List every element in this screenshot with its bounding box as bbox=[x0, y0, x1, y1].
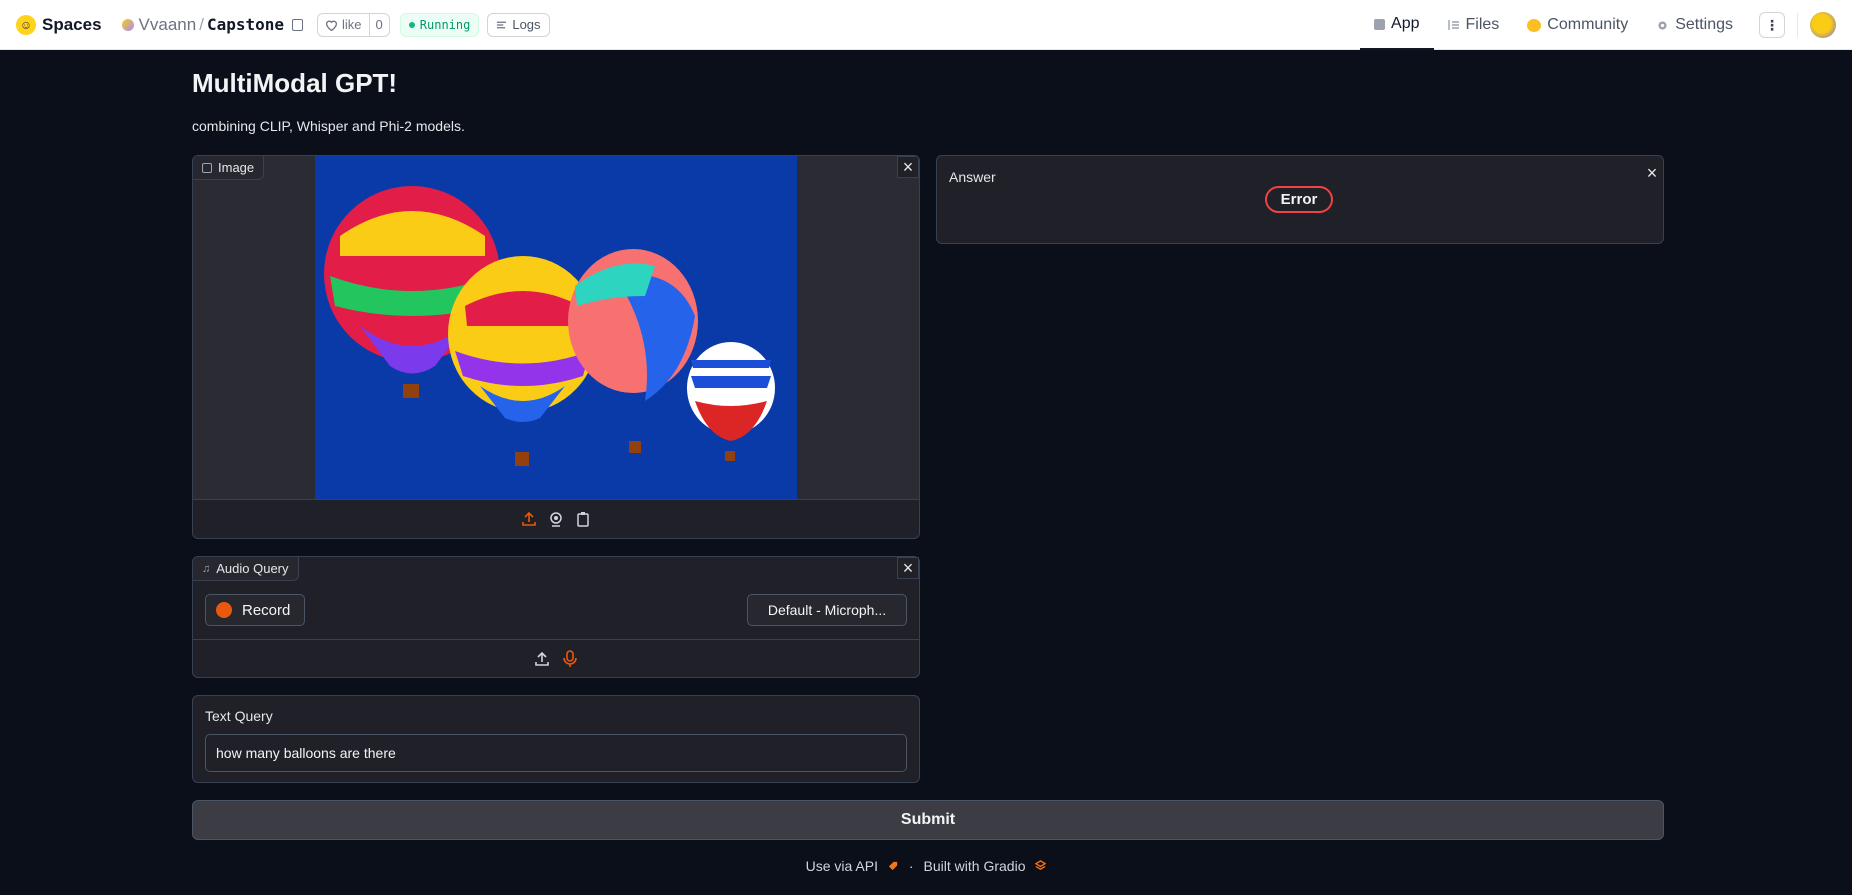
footer: Use via API · Built with Gradio bbox=[0, 858, 1852, 874]
upload-icon[interactable] bbox=[521, 511, 537, 527]
repo-link[interactable]: Capstone bbox=[207, 15, 284, 34]
upload-icon[interactable] bbox=[534, 651, 550, 667]
image-label: Image bbox=[218, 160, 255, 175]
top-navbar: ☺ Spaces Vvaann / Capstone like 0 Runnin… bbox=[0, 0, 1852, 50]
spaces-brand[interactable]: ☺ Spaces bbox=[16, 14, 102, 35]
app-cube-icon bbox=[1374, 18, 1386, 30]
record-button[interactable]: Record bbox=[205, 594, 306, 626]
tab-files[interactable]: Files bbox=[1434, 0, 1514, 50]
like-count: 0 bbox=[368, 13, 389, 36]
built-with-gradio-link[interactable]: Built with Gradio bbox=[924, 858, 1047, 874]
built-with-gradio-label: Built with Gradio bbox=[923, 858, 1026, 874]
close-icon: × bbox=[1646, 162, 1658, 183]
status-dot-icon bbox=[408, 21, 415, 28]
close-icon: × bbox=[902, 156, 914, 177]
user-avatar[interactable] bbox=[1810, 12, 1836, 38]
use-via-api-link[interactable]: Use via API bbox=[806, 858, 899, 874]
status-badge: Running bbox=[399, 12, 480, 37]
audio-label-chip: ♫ Audio Query bbox=[193, 557, 299, 581]
tab-community[interactable]: Community bbox=[1513, 0, 1642, 50]
space-nav: App Files Community Settings ⋮ bbox=[1360, 0, 1852, 50]
clipboard-icon[interactable] bbox=[575, 511, 591, 527]
footer-separator: · bbox=[908, 858, 914, 874]
audio-label: Audio Query bbox=[216, 561, 289, 576]
text-query-panel: Text Query how many balloons are there bbox=[192, 695, 920, 783]
kebab-menu-icon: ⋮ bbox=[1765, 16, 1779, 33]
gear-icon bbox=[1658, 20, 1667, 30]
record-label: Record bbox=[242, 601, 291, 619]
tab-app[interactable]: App bbox=[1360, 0, 1434, 50]
owner-link[interactable]: Vvaann bbox=[139, 15, 197, 35]
tab-settings-label: Settings bbox=[1675, 16, 1733, 33]
rocket-icon bbox=[888, 861, 898, 871]
clear-image-button[interactable]: × bbox=[897, 156, 919, 178]
image-preview-area[interactable]: Image bbox=[193, 156, 919, 499]
clear-audio-button[interactable]: × bbox=[897, 557, 919, 579]
submit-button[interactable]: Submit bbox=[192, 800, 1664, 840]
audio-input-panel: ♫ Audio Query × Record Default - Microph… bbox=[192, 556, 920, 678]
copy-icon[interactable] bbox=[292, 18, 304, 31]
use-via-api-label: Use via API bbox=[805, 858, 878, 874]
tab-community-label: Community bbox=[1547, 16, 1629, 33]
image-label-chip: Image bbox=[193, 156, 265, 180]
hugging-face-logo-icon: ☺ bbox=[16, 14, 36, 35]
logs-label: Logs bbox=[512, 17, 541, 32]
clear-answer-button[interactable]: × bbox=[1641, 162, 1663, 184]
audio-source-toolbar bbox=[193, 639, 919, 677]
text-query-label: Text Query bbox=[205, 708, 273, 724]
tab-files-label: Files bbox=[1465, 16, 1500, 33]
answer-panel: Answer × Error bbox=[936, 155, 1664, 244]
breadcrumb-separator: / bbox=[199, 14, 204, 34]
page-title: MultiModal GPT! bbox=[192, 68, 398, 98]
music-note-icon: ♫ bbox=[202, 562, 211, 575]
status-text: Running bbox=[419, 17, 471, 32]
image-icon bbox=[202, 162, 212, 173]
tab-settings[interactable]: Settings bbox=[1642, 0, 1747, 50]
uploaded-image bbox=[315, 156, 797, 499]
close-icon: × bbox=[902, 557, 914, 578]
breadcrumb: Vvaann / Capstone bbox=[121, 14, 304, 35]
nav-divider bbox=[1797, 13, 1798, 37]
gradio-logo-icon bbox=[1035, 860, 1047, 870]
webcam-icon[interactable] bbox=[548, 511, 564, 527]
brand-text: Spaces bbox=[42, 14, 102, 34]
microphone-icon[interactable] bbox=[562, 649, 578, 667]
answer-label: Answer bbox=[949, 169, 996, 185]
files-icon bbox=[1447, 20, 1459, 30]
community-icon bbox=[1527, 18, 1542, 32]
image-input-panel: Image × bbox=[192, 155, 920, 539]
text-query-input[interactable]: how many balloons are there bbox=[205, 734, 907, 772]
logs-icon bbox=[497, 21, 507, 28]
heart-icon bbox=[325, 20, 338, 31]
tab-app-label: App bbox=[1391, 15, 1420, 32]
logs-button[interactable]: Logs bbox=[487, 12, 550, 37]
more-options-button[interactable]: ⋮ bbox=[1759, 12, 1785, 38]
like-button[interactable]: like 0 bbox=[317, 12, 390, 37]
record-dot-icon bbox=[216, 602, 232, 618]
like-label: like bbox=[342, 17, 362, 32]
microphone-select[interactable]: Default - Microph... bbox=[747, 594, 907, 626]
error-badge: Error bbox=[1265, 186, 1333, 213]
image-source-toolbar bbox=[193, 499, 919, 538]
page-description: combining CLIP, Whisper and Phi-2 models… bbox=[192, 118, 465, 134]
owner-avatar-icon bbox=[121, 18, 134, 31]
